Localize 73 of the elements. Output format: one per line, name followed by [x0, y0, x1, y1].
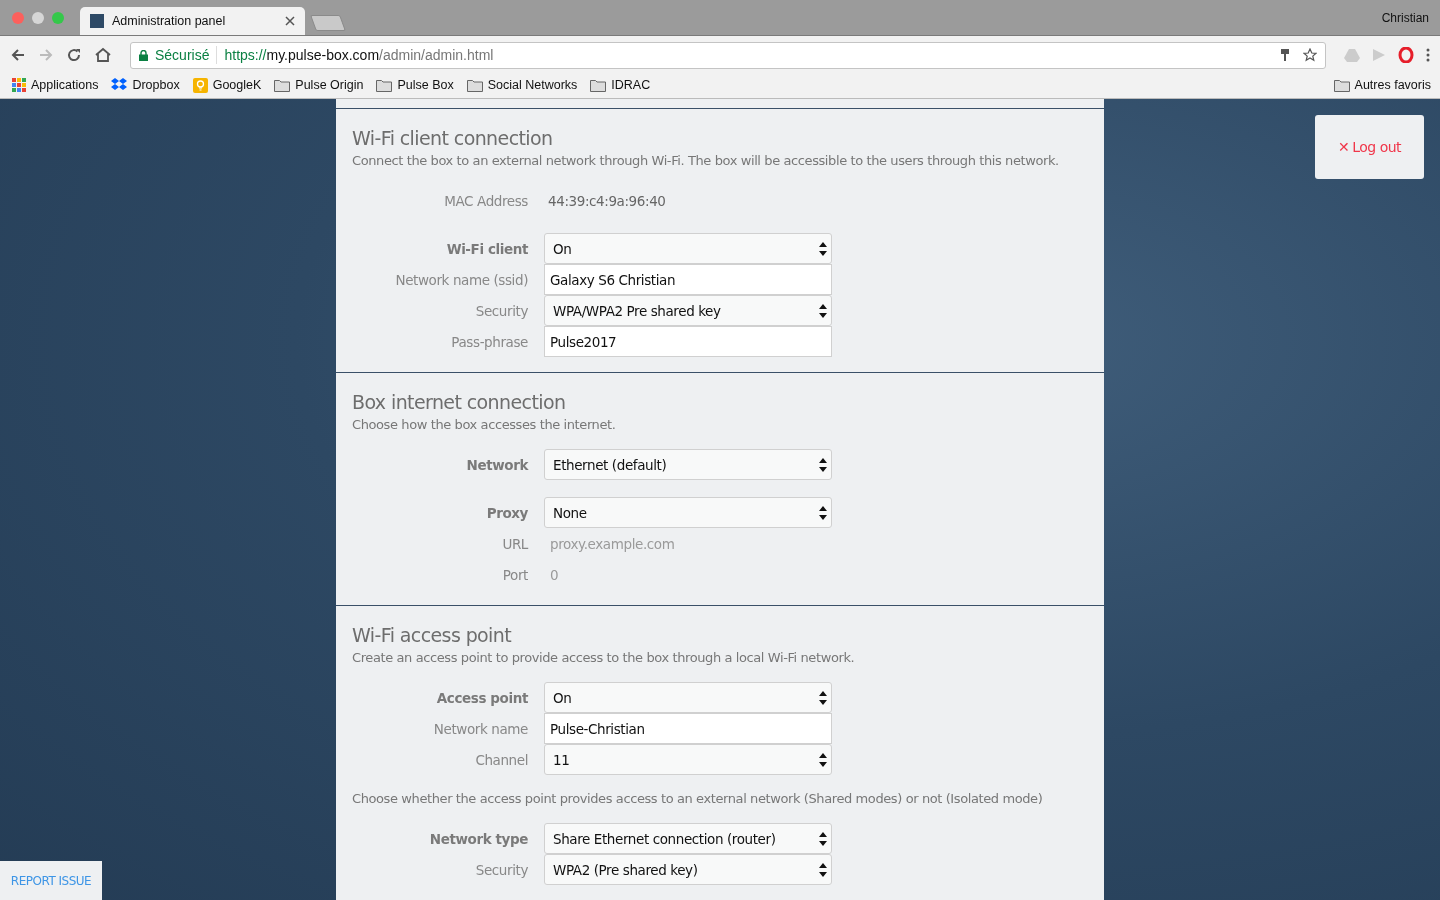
lock-icon [139, 49, 148, 61]
address-bar[interactable]: Sécurisé https://my.pulse-box.com/admin/admin.html [130, 41, 1326, 69]
star-icon[interactable] [1303, 48, 1317, 62]
close-tab-icon[interactable] [285, 16, 295, 26]
field-label: URL [501, 535, 530, 552]
updown-arrows-icon [819, 303, 827, 318]
input-field[interactable]: Pulse-Christian [544, 713, 832, 744]
dropdown[interactable]: Ethernet (default) [544, 449, 832, 480]
field-label: Port [501, 566, 529, 583]
security-label: Sécurisé [155, 47, 210, 63]
field-label: Channel [474, 751, 529, 768]
section-note: Choose whether the access point provides access to an external network (Shared modes) or not (Isolated mode) [352, 791, 1044, 806]
dropbox-icon [111, 78, 128, 92]
bookmark-item[interactable]: Dropbox [111, 78, 180, 92]
home-icon[interactable] [94, 47, 112, 63]
dropdown[interactable]: None [544, 497, 832, 528]
back-icon[interactable] [10, 47, 26, 63]
field-label: Wi-Fi client [445, 240, 529, 257]
profile-name[interactable]: Christian [1381, 10, 1429, 25]
field-label: Network name (ssid) [394, 271, 529, 288]
section-description: Create an access point to provide access to the box through a local Wi-Fi network. [352, 650, 856, 665]
section-description: Choose how the box accesses the internet. [352, 417, 617, 432]
updown-arrows-icon [819, 241, 827, 256]
field-label: Security [474, 861, 529, 878]
field-label: Network type [428, 830, 529, 847]
field-label: Pass-phrase [450, 333, 529, 350]
input-field[interactable]: Galaxy S6 Christian [544, 264, 832, 295]
url-text: https://my.pulse-box.com/admin/admin.html [224, 47, 495, 63]
bookmark-item[interactable]: GoogleK [192, 77, 262, 93]
favicon-icon [90, 14, 104, 28]
dropdown[interactable]: On [544, 233, 832, 264]
input-field[interactable]: Pulse2017 [544, 326, 832, 357]
section-title: Wi-Fi client connection [352, 127, 554, 149]
dropdown[interactable]: On [544, 682, 832, 713]
bookmark-item[interactable]: IDRAC [590, 78, 651, 92]
field-label: Network name [432, 720, 529, 737]
dropdown[interactable]: Share Ethernet connection (router) [544, 823, 832, 854]
updown-arrows-icon [819, 831, 827, 846]
updown-arrows-icon [819, 457, 827, 472]
field-label: MAC Address [443, 192, 529, 209]
section-title: Wi-Fi access point [352, 624, 513, 646]
menu-icon[interactable] [1426, 48, 1430, 62]
updown-arrows-icon [819, 690, 827, 705]
log-out-button[interactable]: ✕ Log out [1315, 115, 1424, 179]
bookmark-item[interactable]: Autres favoris [1333, 78, 1431, 92]
field-label: Access point [435, 689, 529, 706]
updown-arrows-icon [819, 505, 827, 520]
folder-icon [466, 78, 483, 92]
field-label: Network [465, 456, 530, 473]
bookmark-item[interactable]: Pulse Origin [274, 78, 364, 92]
folder-icon [590, 78, 607, 92]
field-label: Security [474, 302, 529, 319]
bookmark-item[interactable]: Applications [12, 78, 99, 92]
folder-icon [376, 78, 393, 92]
lightbulb-icon [192, 77, 208, 93]
browser-tab[interactable]: Administration panel [80, 7, 305, 35]
folder-icon [1333, 78, 1350, 92]
folder-icon [274, 78, 291, 92]
bookmark-item[interactable]: Social Networks [466, 78, 578, 92]
opera-icon[interactable] [1398, 47, 1414, 63]
section-description: Connect the box to an external network through Wi-Fi. The box will be accessible to the users through this network. [352, 153, 1060, 168]
dropdown[interactable]: WPA/WPA2 Pre shared key [544, 295, 832, 326]
field-label: Proxy [485, 504, 529, 521]
dropdown[interactable]: WPA2 (Pre shared key) [544, 854, 832, 885]
new-tab-button[interactable] [310, 15, 346, 31]
reload-icon[interactable] [66, 47, 82, 63]
updown-arrows-icon [819, 862, 827, 877]
field-value: 44:39:c4:9a:96:40 [547, 192, 666, 209]
dropdown[interactable]: 11 [544, 744, 832, 775]
updown-arrows-icon [819, 752, 827, 767]
apps-grid-icon [12, 78, 26, 92]
bookmark-item[interactable]: Pulse Box [376, 78, 454, 92]
section-title: Box internet connection [352, 391, 567, 413]
